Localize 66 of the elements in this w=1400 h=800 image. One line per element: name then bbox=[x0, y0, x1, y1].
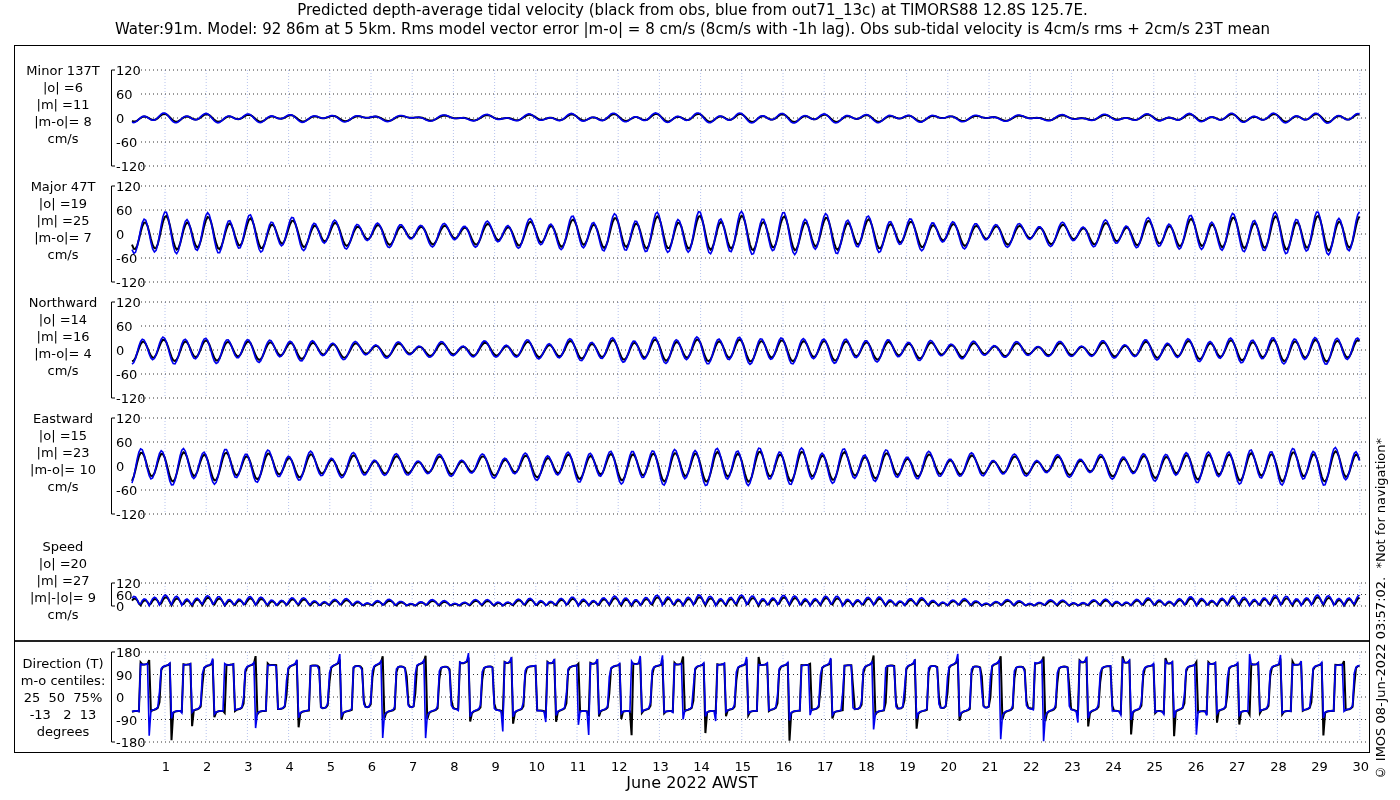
panel-label: Northward |o| =14 |m| =16 |m-o|= 4 cm/s bbox=[27, 293, 99, 380]
y-tick-label: 0 bbox=[116, 343, 125, 358]
y-tick-label: -180 bbox=[116, 735, 146, 750]
y-tick-label: -120 bbox=[116, 391, 146, 406]
y-tick-label: 60 bbox=[116, 87, 133, 102]
x-tick-label: 15 bbox=[734, 759, 752, 774]
y-tick-label: -60 bbox=[116, 251, 138, 266]
y-tick-label: -60 bbox=[116, 483, 138, 498]
x-tick-label: 22 bbox=[1022, 759, 1040, 774]
panel-label: Direction (T) m-o centiles: 25 50 75% -13 2 13 degrees bbox=[19, 654, 107, 741]
panel-label: Minor 137T |o| =6 |m| =11 |m-o|= 8 cm/s bbox=[25, 61, 101, 148]
x-tick-label: 1 bbox=[161, 759, 171, 774]
y-tick-label: -120 bbox=[116, 507, 146, 522]
x-tick-label: 8 bbox=[450, 759, 459, 774]
x-tick-label: 28 bbox=[1270, 759, 1287, 774]
x-tick-label: 25 bbox=[1146, 759, 1164, 774]
x-tick-label: 7 bbox=[409, 759, 418, 774]
x-tick-label: 17 bbox=[816, 759, 834, 774]
x-tick-label: 11 bbox=[569, 759, 587, 774]
x-tick-label: 14 bbox=[693, 759, 710, 774]
y-tick-label: 0 bbox=[116, 459, 125, 474]
y-tick-label: -120 bbox=[116, 159, 146, 174]
y-tick-label: 0 bbox=[116, 690, 125, 705]
y-tick-label: 0 bbox=[116, 111, 125, 126]
panel-label: Eastward |o| =15 |m| =23 |m-o|= 10 cm/s bbox=[29, 409, 97, 496]
y-tick-label: 90 bbox=[116, 667, 133, 683]
x-tick-label: 10 bbox=[528, 759, 546, 774]
x-tick-label: 13 bbox=[652, 759, 669, 774]
y-tick-label: -60 bbox=[116, 367, 138, 382]
chart-title: Predicted depth-average tidal velocity (black from obs, blue from out71_13c) at TIMORS88 12.8S 125.7E. bbox=[297, 1, 1088, 20]
y-tick-label: 60 bbox=[116, 435, 133, 450]
y-tick-label: 120 bbox=[116, 63, 141, 78]
x-axis-label: June 2022 AWST bbox=[624, 773, 759, 792]
x-tick-label: 16 bbox=[775, 759, 793, 774]
x-tick-label: 27 bbox=[1228, 759, 1246, 774]
x-tick-label: 2 bbox=[203, 759, 212, 774]
x-tick-label: 23 bbox=[1064, 759, 1081, 774]
copyright-note: © IMOS 08-Jun-2022 03:57:02. *Not for navigation* bbox=[1373, 437, 1388, 780]
x-tick-label: 26 bbox=[1187, 759, 1205, 774]
x-tick-label: 20 bbox=[940, 759, 958, 774]
y-tick-label: -90 bbox=[116, 712, 138, 728]
x-tick-label: 24 bbox=[1105, 759, 1122, 774]
panel-label: Major 47T |o| =19 |m| =25 |m-o|= 7 cm/s bbox=[29, 177, 97, 264]
chart-title: Water:91m. Model: 92 86m at 5 5km. Rms model vector error |m-o| = 8 cm/s (8cm/s with -1h lag). Obs sub-tidal velocity is 4cm/s rms + 2cm/s 23T mean bbox=[114, 20, 1271, 39]
x-tick-label: 6 bbox=[367, 759, 377, 774]
y-tick-label: -120 bbox=[116, 275, 146, 290]
y-tick-label: 120 bbox=[116, 411, 141, 426]
x-tick-label: 30 bbox=[1352, 759, 1370, 774]
y-tick-label: 0 bbox=[116, 227, 125, 242]
y-tick-label: 180 bbox=[116, 645, 141, 660]
x-tick-label: 12 bbox=[610, 759, 628, 774]
x-tick-label: 18 bbox=[858, 759, 875, 774]
x-tick-label: 4 bbox=[285, 759, 294, 774]
x-tick-label: 29 bbox=[1311, 759, 1328, 774]
y-tick-label: 60 bbox=[116, 203, 133, 218]
y-tick-label: 60 bbox=[116, 319, 133, 334]
x-tick-label: 5 bbox=[326, 759, 335, 774]
y-tick-label: -60 bbox=[116, 135, 138, 150]
y-axis bbox=[111, 582, 116, 607]
x-tick-label: 3 bbox=[244, 759, 253, 774]
panel-label: Speed |o| =20 |m| =27 |m|-|o|= 9 cm/s bbox=[28, 538, 98, 624]
y-tick-label: 120 bbox=[116, 179, 141, 194]
x-tick-label: 19 bbox=[899, 759, 916, 774]
x-tick-label: 21 bbox=[981, 759, 999, 774]
y-tick-label: 120 bbox=[116, 295, 141, 310]
x-tick-label: 9 bbox=[491, 759, 500, 774]
